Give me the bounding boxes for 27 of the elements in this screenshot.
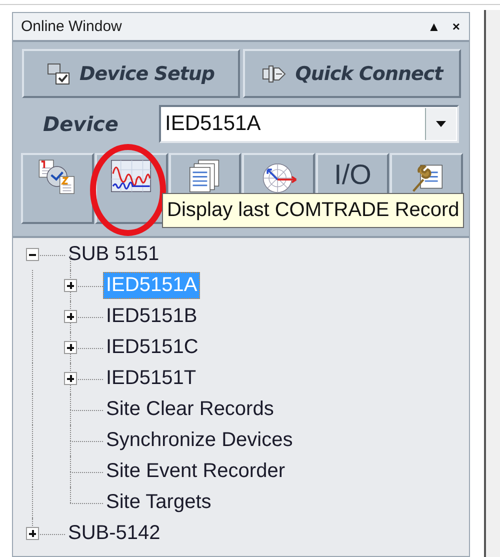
device-label: Device [43,112,120,136]
tree-item[interactable]: IED5151T [103,365,200,392]
expand-icon[interactable] [64,279,77,292]
tree-item[interactable]: Synchronize Devices [103,427,296,454]
windows-check-icon [47,62,72,86]
expand-icon[interactable] [64,341,77,354]
tree-item[interactable]: SUB 5151 [65,241,162,268]
tree-item[interactable]: IED5151B [103,303,200,330]
dropdown-arrow-icon [435,120,447,128]
collapse-button[interactable]: ▲ [424,19,444,34]
tooltip: Display last COMTRADE Record [162,193,464,228]
window-title: Online Window [21,18,122,35]
device-dropdown[interactable]: IED5151A [159,105,459,143]
tree-item[interactable]: Site Targets [103,489,214,516]
close-button[interactable]: × [449,19,463,34]
tree-item[interactable]: SUB-5142 [65,520,164,547]
waveform-chart-icon [109,158,154,194]
quick-connect-button[interactable]: Quick Connect [243,49,461,98]
clock-documents-icon [37,158,78,195]
expand-icon[interactable] [64,310,77,323]
tree-item[interactable]: IED5151C [103,334,202,361]
expand-icon[interactable] [26,527,39,540]
tree-item[interactable]: Site Event Recorder [103,458,288,485]
tree-item[interactable]: Site Clear Records [103,396,277,423]
device-setup-button[interactable]: Device Setup [22,49,240,98]
expand-icon[interactable] [64,372,77,385]
collapse-icon[interactable] [26,248,39,261]
